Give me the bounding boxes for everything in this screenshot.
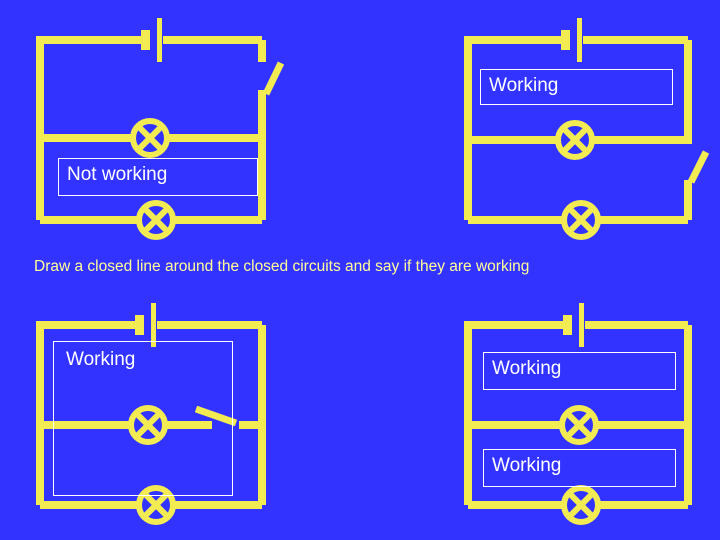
verdict-box-bottom-left[interactable]: Working bbox=[53, 341, 233, 496]
verdict-label-bottom-right-upper: Working bbox=[492, 358, 562, 379]
open-switch-icon-top-left bbox=[262, 61, 285, 96]
open-switch-icon-top-right bbox=[687, 150, 710, 184]
battery-icon-bottom-right bbox=[563, 303, 584, 347]
slide-canvas: Not working Working Working Working Work… bbox=[0, 0, 720, 540]
lamp-icon-top-right-middle bbox=[555, 120, 595, 160]
lamp-icon-bottom-right-middle bbox=[559, 405, 599, 445]
verdict-box-top-left[interactable]: Not working bbox=[58, 158, 258, 196]
verdict-label-bottom-left: Working bbox=[66, 349, 136, 370]
lamp-icon-top-left-bottom bbox=[136, 200, 176, 240]
verdict-label-top-right: Working bbox=[489, 75, 559, 96]
lamp-icon-top-right-bottom bbox=[561, 200, 601, 240]
lamp-icon-top-left-middle bbox=[130, 118, 170, 158]
circuit-bottom-right bbox=[464, 303, 692, 525]
verdict-label-top-left: Not working bbox=[67, 164, 168, 185]
battery-icon-top-left bbox=[141, 18, 162, 62]
verdict-label-bottom-right-lower: Working bbox=[492, 455, 562, 476]
battery-icon-top-right bbox=[561, 18, 582, 62]
verdict-box-bottom-right-lower[interactable]: Working bbox=[483, 449, 676, 487]
verdict-box-bottom-right-upper[interactable]: Working bbox=[483, 352, 676, 390]
instruction-text: Draw a closed line around the closed cir… bbox=[34, 258, 530, 275]
circuit-top-left bbox=[36, 18, 285, 240]
circuit-top-right bbox=[464, 18, 710, 240]
verdict-box-top-right[interactable]: Working bbox=[480, 69, 673, 105]
lamp-icon-bottom-right-bottom bbox=[561, 485, 601, 525]
